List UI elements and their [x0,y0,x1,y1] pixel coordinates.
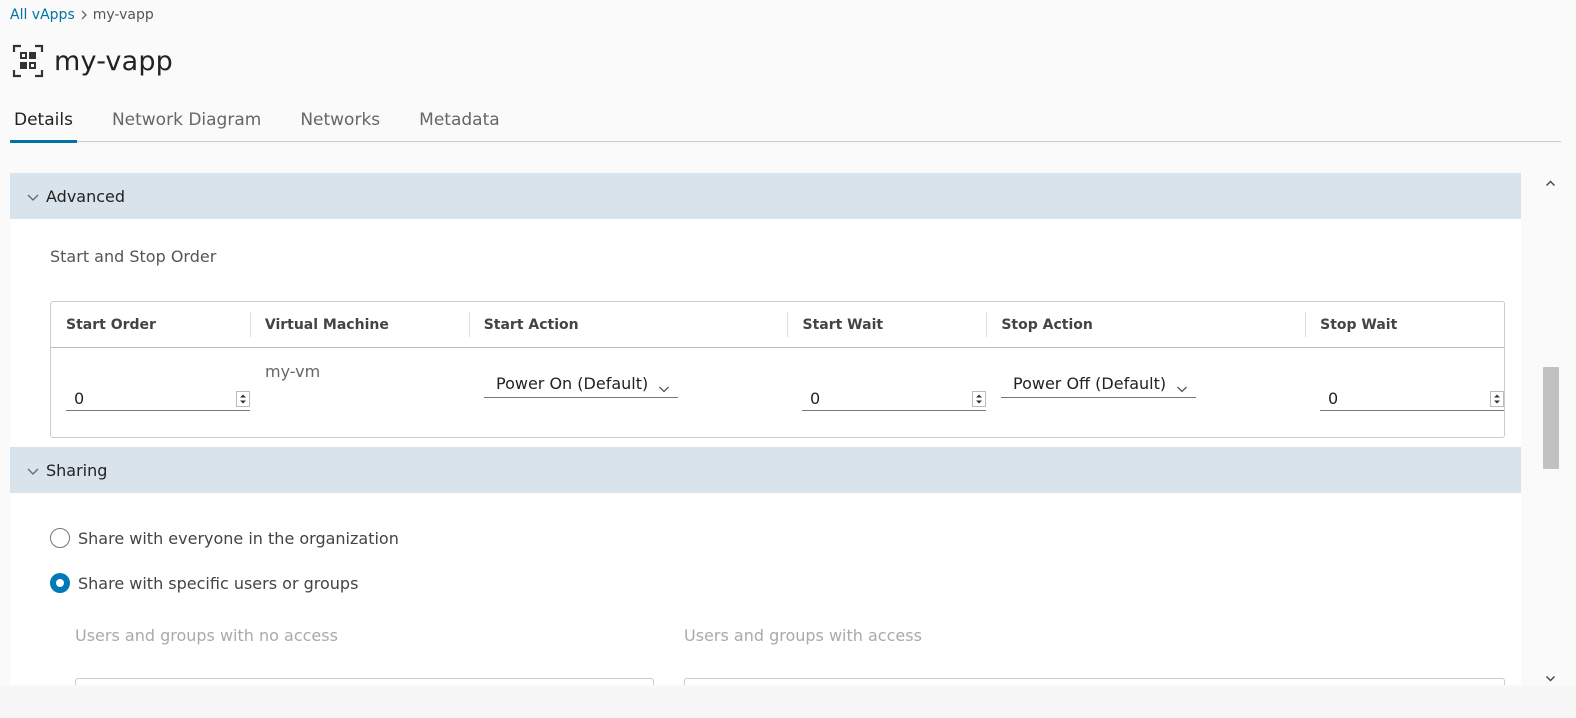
share-everyone-option[interactable]: Share with everyone in the organization [50,528,399,548]
scrollbar-thumb[interactable] [1543,367,1559,469]
sharing-section-body: Share with everyone in the organization … [10,493,1521,685]
sharing-section-header[interactable]: Sharing [10,447,1521,493]
column-header-stop-wait[interactable]: Stop Wait [1305,302,1504,347]
start-wait-value: 0 [810,389,821,408]
table-row: 0 my-vm Power On (Default) 0 Power Off (… [51,348,1504,436]
with-access-list[interactable] [684,678,1505,685]
tab-network-diagram[interactable]: Network Diagram [108,106,265,142]
share-everyone-radio[interactable] [50,528,70,548]
chevron-down-icon [658,378,670,393]
vm-name: my-vm [265,362,321,381]
breadcrumb-all-vapps-link[interactable]: All vApps [10,7,75,23]
scroll-up-icon[interactable] [1544,175,1557,188]
details-content: Advanced Start and Stop Order Start Orde… [10,173,1521,685]
stop-wait-input[interactable]: 0 [1320,387,1504,411]
page-title: my-vapp [54,45,174,77]
spinner-icon[interactable] [236,390,250,407]
no-access-label: Users and groups with no access [75,626,338,645]
bottom-strip [0,686,1576,718]
stop-action-value: Power Off (Default) [1013,374,1167,393]
share-specific-option[interactable]: Share with specific users or groups [50,573,358,593]
column-header-start-wait[interactable]: Start Wait [787,302,986,347]
no-access-list[interactable] [75,678,654,685]
start-order-value: 0 [74,389,85,408]
stop-action-select[interactable]: Power Off (Default) [1001,372,1196,398]
start-action-value: Power On (Default) [496,374,649,393]
spinner-icon[interactable] [1490,390,1504,407]
share-specific-label: Share with specific users or groups [78,573,359,593]
start-order-input[interactable]: 0 [66,387,250,411]
share-specific-radio[interactable] [50,573,70,593]
chevron-down-icon [26,189,40,203]
start-stop-order-grid: Start Order Virtual Machine Start Action… [50,301,1505,438]
page-header: my-vapp [12,44,173,78]
chevron-down-icon [1176,378,1188,393]
column-header-stop-action[interactable]: Stop Action [986,302,1305,347]
sharing-section-title: Sharing [46,460,108,480]
chevron-right-icon [75,6,93,24]
vapp-details-page: All vApps my-vapp my-vapp Details Networ… [0,0,1576,718]
grid-header: Start Order Virtual Machine Start Action… [51,302,1504,348]
with-access-label: Users and groups with access [684,626,922,645]
vapp-icon [12,44,44,78]
start-wait-input[interactable]: 0 [802,387,986,411]
breadcrumb: All vApps my-vapp [10,6,154,24]
tab-metadata[interactable]: Metadata [415,106,504,142]
column-header-virtual-machine[interactable]: Virtual Machine [249,302,469,347]
tab-details[interactable]: Details [10,106,77,143]
start-action-select[interactable]: Power On (Default) [484,372,678,398]
scroll-down-icon[interactable] [1544,670,1557,683]
breadcrumb-current: my-vapp [92,7,154,23]
advanced-section-header[interactable]: Advanced [10,173,1521,219]
stop-wait-value: 0 [1328,389,1339,408]
advanced-section-body: Start and Stop Order Start Order Virtual… [10,219,1521,447]
tab-bar: Details Network Diagram Networks Metadat… [10,106,1561,143]
start-stop-order-title: Start and Stop Order [50,247,217,266]
share-everyone-label: Share with everyone in the organization [78,528,399,548]
tab-networks[interactable]: Networks [296,106,384,142]
column-header-start-action[interactable]: Start Action [468,302,788,347]
advanced-section-title: Advanced [46,186,126,206]
spinner-icon[interactable] [972,390,986,407]
vertical-scrollbar[interactable] [1542,173,1559,685]
column-header-start-order[interactable]: Start Order [51,302,250,347]
chevron-down-icon [26,463,40,477]
